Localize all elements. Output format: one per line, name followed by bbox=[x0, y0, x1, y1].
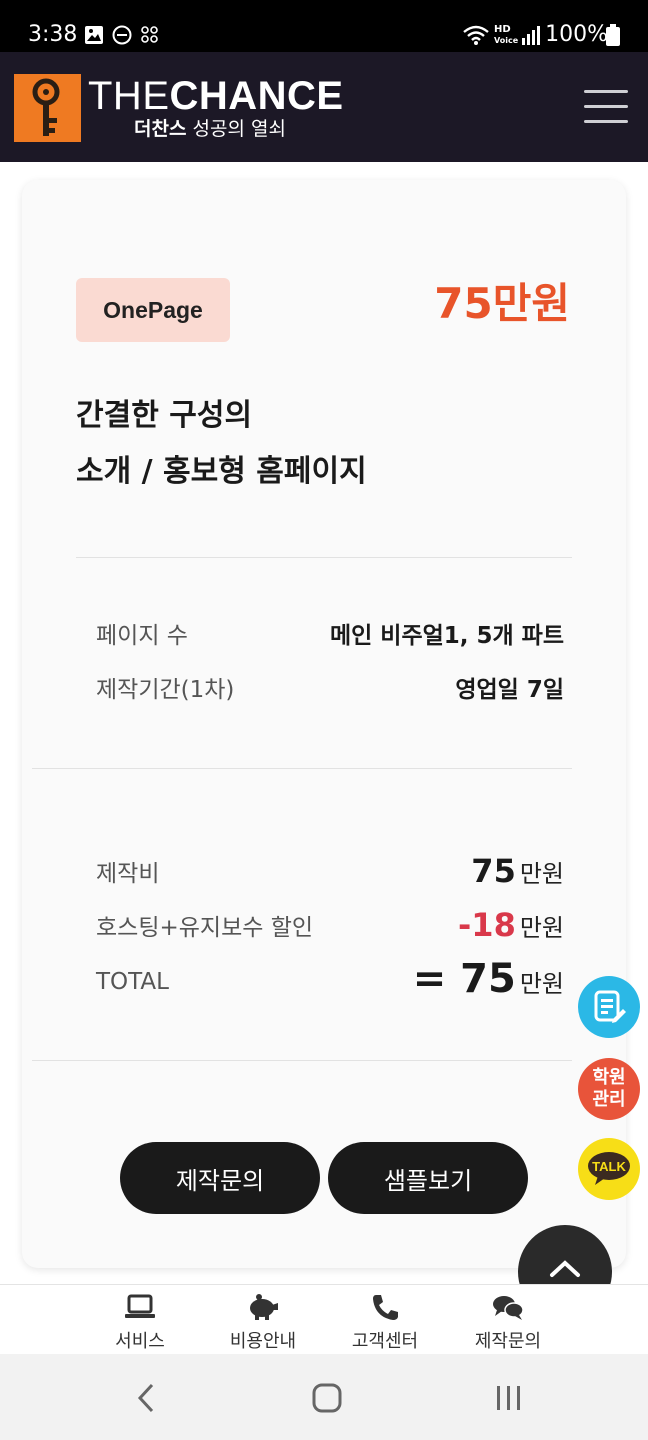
plan-title-line1: 간결한 구성의 bbox=[76, 398, 253, 433]
divider bbox=[32, 1060, 572, 1061]
plan-badge: OnePage bbox=[76, 278, 230, 342]
nav-item-pricing[interactable]: 비용안내 bbox=[203, 1285, 323, 1355]
inquiry-button[interactable]: 제작문의 bbox=[120, 1142, 320, 1214]
wifi-icon bbox=[463, 25, 489, 45]
bottom-navigation: 서비스 비용안내 고객센터 제작문의 bbox=[0, 1284, 648, 1354]
cost-label-total: TOTAL bbox=[96, 969, 169, 995]
detail-value-pages: 메인 비주얼1, 5개 파트 bbox=[329, 623, 564, 649]
laptop-icon bbox=[125, 1294, 155, 1318]
cost-label-discount: 호스팅+유지보수 할인 bbox=[96, 915, 314, 941]
talk-bubble-icon: TALK bbox=[588, 1152, 630, 1185]
brand-tagline: 더찬스 성공의 열쇠 bbox=[134, 118, 286, 140]
chat-bubbles-icon bbox=[493, 1296, 524, 1320]
brand-logo[interactable] bbox=[14, 74, 81, 142]
piggy-bank-icon bbox=[250, 1294, 278, 1320]
nav-item-support[interactable]: 고객센터 bbox=[325, 1285, 445, 1355]
academy-management-button[interactable]: 학원 관리 bbox=[578, 1058, 640, 1120]
status-bar: 3:38 HD Voice 100% bbox=[0, 0, 648, 52]
kakao-talk-button[interactable]: TALK bbox=[578, 1138, 640, 1200]
nav-item-inquiry[interactable]: 제작문의 bbox=[448, 1285, 568, 1355]
cost-label-production: 제작비 bbox=[96, 861, 160, 887]
back-icon[interactable] bbox=[134, 1382, 160, 1414]
plan-title-line2: 소개 / 홍보형 홈페이지 bbox=[76, 454, 367, 489]
brand-name[interactable]: THECHANCE bbox=[88, 74, 344, 118]
phone-icon bbox=[373, 1295, 398, 1320]
cost-value-discount: -18 만원 bbox=[458, 906, 564, 944]
gallery-icon bbox=[85, 26, 103, 44]
cost-value-production: 75 만원 bbox=[471, 852, 564, 890]
divider bbox=[32, 768, 572, 769]
hamburger-menu-button[interactable] bbox=[584, 90, 628, 126]
battery-percent: 100% bbox=[545, 22, 608, 47]
app-notification-icon bbox=[141, 26, 158, 43]
detail-value-period: 영업일 7일 bbox=[455, 677, 564, 703]
signal-icon bbox=[522, 26, 540, 45]
nav-item-service[interactable]: 서비스 bbox=[80, 1285, 200, 1355]
divider bbox=[76, 557, 572, 558]
svg-text:TALK: TALK bbox=[592, 1159, 626, 1174]
hd-voice-label: HD Voice bbox=[494, 24, 519, 45]
app-header: THECHANCE 더찬스 성공의 열쇠 bbox=[0, 52, 648, 162]
pricing-card: OnePage 75만원 간결한 구성의 소개 / 홍보형 홈페이지 페이지 수… bbox=[22, 180, 626, 1268]
plan-price: 75만원 bbox=[434, 279, 570, 328]
document-pen-icon bbox=[594, 990, 626, 1023]
battery-icon bbox=[606, 24, 620, 46]
key-icon bbox=[32, 78, 60, 136]
home-icon[interactable] bbox=[311, 1382, 343, 1414]
clock: 3:38 bbox=[28, 22, 78, 47]
detail-label-pages: 페이지 수 bbox=[96, 623, 188, 649]
cost-value-total: = 75 만원 bbox=[412, 956, 564, 1002]
detail-label-period: 제작기간(1차) bbox=[96, 677, 235, 703]
do-not-disturb-icon bbox=[112, 25, 132, 45]
quote-form-button[interactable] bbox=[578, 976, 640, 1038]
recent-apps-icon[interactable] bbox=[494, 1384, 524, 1412]
system-navigation-bar bbox=[0, 1354, 648, 1440]
sample-button[interactable]: 샘플보기 bbox=[328, 1142, 528, 1214]
